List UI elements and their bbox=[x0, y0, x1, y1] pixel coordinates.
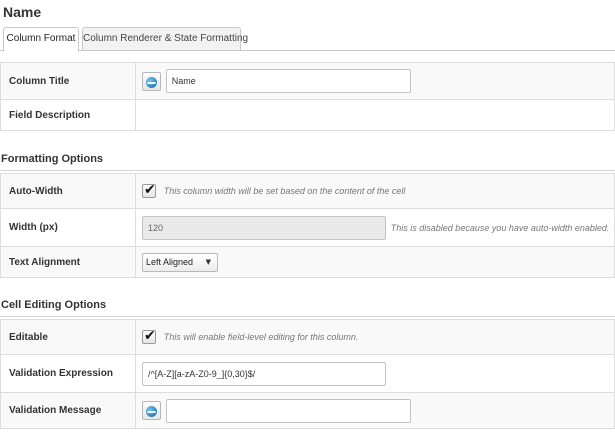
page-title: Name bbox=[3, 4, 42, 20]
text-alignment-row: Text Alignment Left Aligned ▼ bbox=[0, 246, 615, 278]
tab-column-renderer-state-formatting[interactable]: Column Renderer & State Formatting bbox=[82, 27, 248, 51]
column-title-row: Column Title bbox=[0, 62, 615, 100]
width-cell: This is disabled because you have auto-w… bbox=[135, 208, 615, 247]
cell-editing-table: Editable ✔ This will enable field-level … bbox=[0, 319, 615, 429]
validation-expression-label: Validation Expression bbox=[0, 354, 136, 393]
validation-message-cell bbox=[135, 392, 615, 429]
validation-expression-input[interactable] bbox=[142, 361, 386, 386]
column-title-cell bbox=[135, 62, 615, 100]
auto-width-label: Auto-Width bbox=[0, 173, 136, 209]
field-description-row: Field Description bbox=[0, 99, 615, 131]
column-title-label: Column Title bbox=[0, 62, 136, 100]
editable-checkbox[interactable]: ✔ bbox=[142, 328, 156, 344]
text-alignment-label: Text Alignment bbox=[0, 246, 136, 278]
divider bbox=[0, 316, 615, 317]
width-label: Width (px) bbox=[0, 208, 136, 247]
tab-bar: Column Format Column Renderer & State Fo… bbox=[0, 27, 615, 52]
validation-message-label: Validation Message bbox=[0, 392, 136, 429]
chevron-down-icon: ▼ bbox=[205, 257, 211, 266]
width-hint: This is disabled because you have auto-w… bbox=[390, 222, 610, 233]
globe-icon bbox=[146, 406, 157, 417]
width-input[interactable] bbox=[142, 215, 386, 240]
globe-icon bbox=[146, 76, 157, 88]
formatting-table: Auto-Width ✔ This column width will be s… bbox=[0, 173, 615, 278]
validation-expression-cell bbox=[135, 354, 615, 393]
checkmark-icon: ✔ bbox=[144, 182, 156, 198]
editable-hint: This will enable field-level editing for… bbox=[163, 332, 359, 342]
text-alignment-selected: Left Aligned bbox=[146, 256, 194, 267]
field-description-cell bbox=[135, 99, 615, 131]
editable-label: Editable bbox=[0, 319, 136, 355]
editable-row: Editable ✔ This will enable field-level … bbox=[0, 319, 615, 355]
auto-width-row: Auto-Width ✔ This column width will be s… bbox=[0, 173, 615, 209]
formatting-options-heading: Formatting Options bbox=[1, 153, 104, 165]
validation-message-input[interactable] bbox=[165, 398, 411, 423]
divider bbox=[0, 170, 615, 171]
checkmark-icon: ✔ bbox=[144, 328, 156, 344]
auto-width-checkbox[interactable]: ✔ bbox=[142, 182, 156, 198]
auto-width-hint: This column width will be set based on t… bbox=[163, 186, 406, 196]
validation-message-row: Validation Message bbox=[0, 392, 615, 429]
text-alignment-select[interactable]: Left Aligned ▼ bbox=[142, 252, 218, 272]
column-title-translate-button[interactable] bbox=[142, 71, 161, 91]
text-alignment-cell: Left Aligned ▼ bbox=[135, 246, 615, 278]
tab-column-format[interactable]: Column Format bbox=[3, 27, 79, 52]
validation-message-translate-button[interactable] bbox=[142, 401, 161, 420]
editable-cell: ✔ This will enable field-level editing f… bbox=[135, 319, 615, 355]
field-description-label: Field Description bbox=[0, 99, 136, 131]
column-title-input[interactable] bbox=[165, 69, 411, 93]
auto-width-cell: ✔ This column width will be set based on… bbox=[135, 173, 615, 209]
cell-editing-options-heading: Cell Editing Options bbox=[1, 299, 107, 311]
validation-expression-row: Validation Expression bbox=[0, 354, 615, 393]
width-row: Width (px) This is disabled because you … bbox=[0, 208, 615, 247]
general-table: Column Title Field Description bbox=[0, 62, 615, 131]
